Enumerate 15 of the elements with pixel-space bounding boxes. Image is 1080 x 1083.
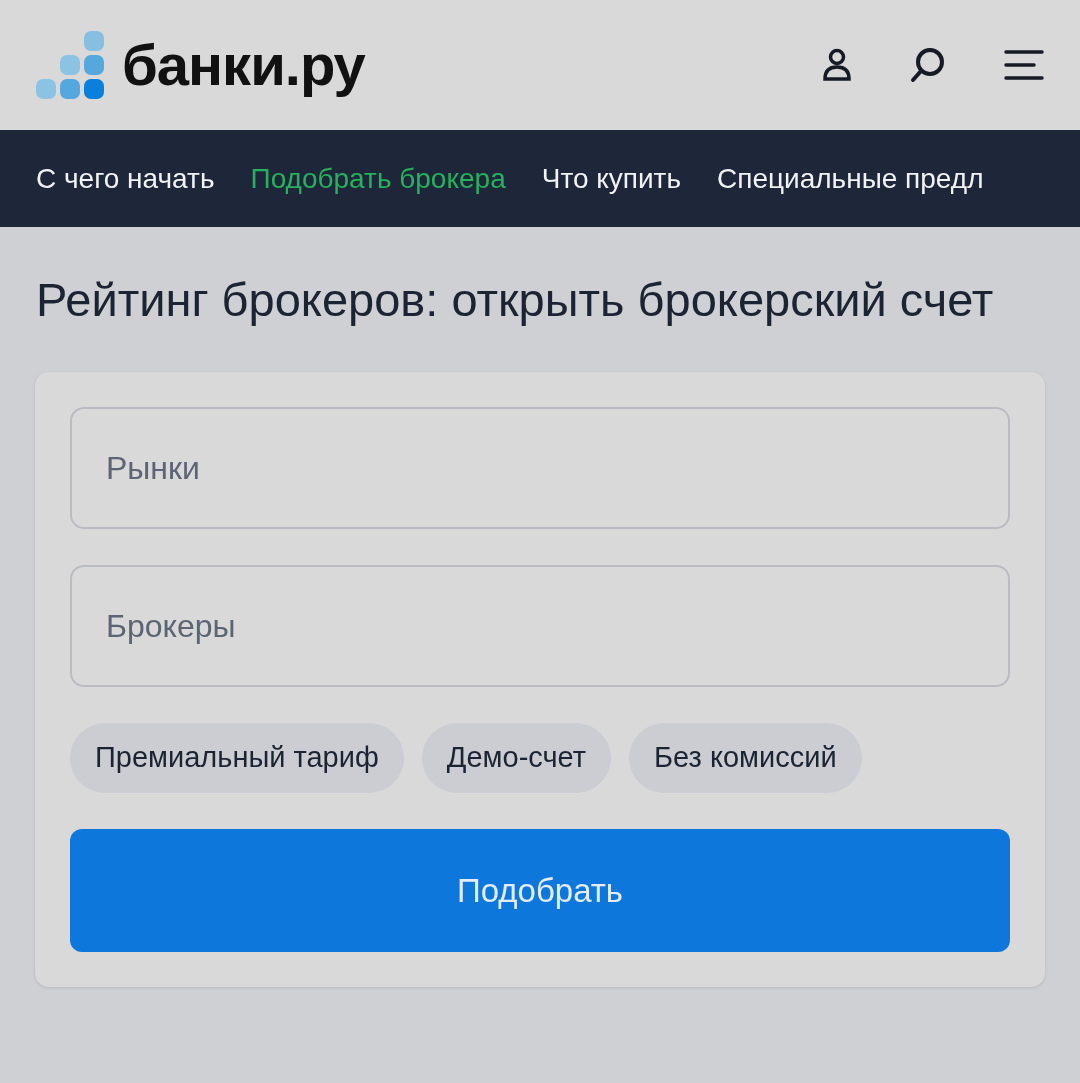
nav-link[interactable]: С чего начать	[36, 157, 215, 200]
filter-chip[interactable]: Демо-счет	[421, 723, 612, 794]
submit-button[interactable]: Подобрать	[70, 829, 1010, 953]
filter-chip[interactable]: Премиальный тариф	[70, 723, 404, 794]
nav-link[interactable]: Специальные предл	[717, 157, 984, 200]
nav-link[interactable]: Подобрать брокера	[250, 157, 506, 200]
user-icon[interactable]	[822, 48, 852, 82]
select-field[interactable]: Брокеры	[70, 565, 1010, 688]
menu-icon[interactable]	[1004, 49, 1044, 81]
filter-chip[interactable]: Без комиссий	[629, 723, 862, 794]
nav-link[interactable]: Что купить	[541, 157, 682, 200]
select-field[interactable]: Рынки	[70, 407, 1010, 530]
logo-icon	[36, 31, 106, 99]
search-icon[interactable]	[910, 47, 946, 83]
page-title: Рейтинг брокеров: открыть брокерский счет	[36, 272, 995, 328]
